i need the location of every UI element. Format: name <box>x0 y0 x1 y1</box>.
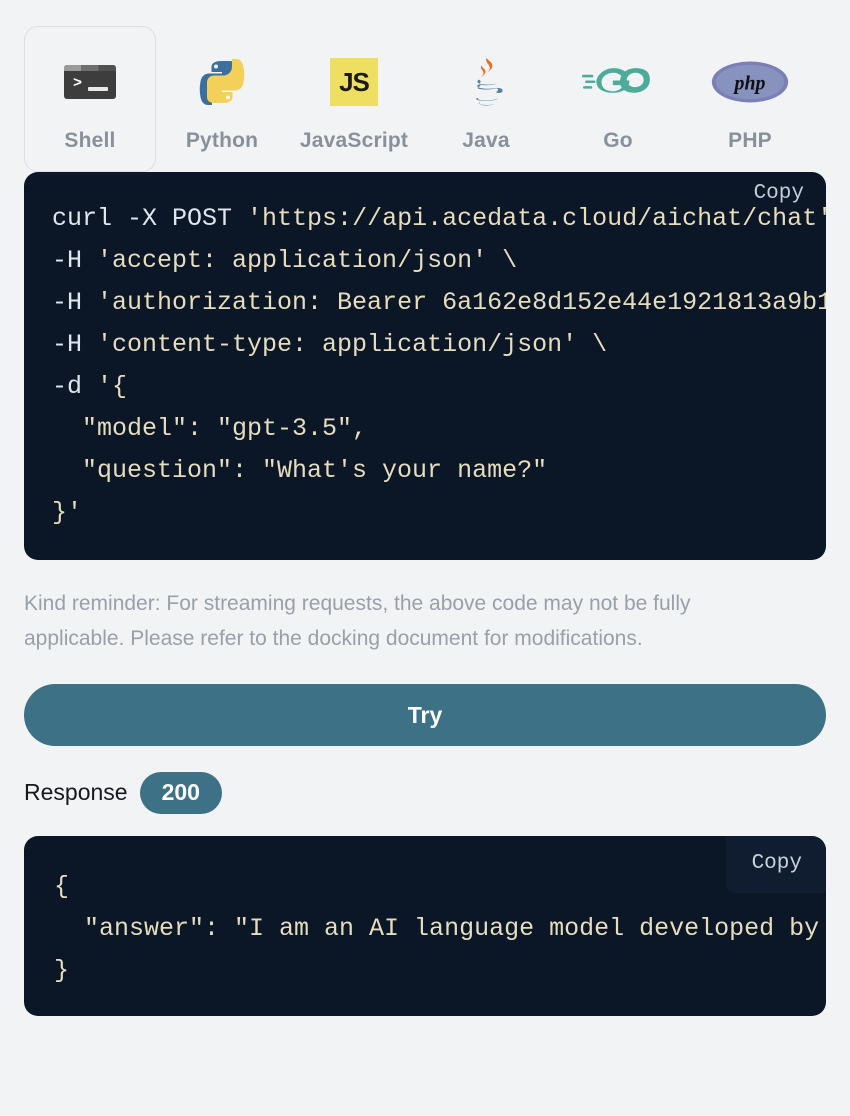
response-code-block: Copy { "answer": "I am an AI language mo… <box>24 835 826 1016</box>
tab-label-javascript: JavaScript <box>299 129 409 152</box>
shell-terminal-icon: > <box>64 49 116 115</box>
tab-go[interactable]: Go <box>552 26 684 172</box>
copy-request-button[interactable]: Copy <box>732 172 826 217</box>
javascript-logo-icon: JS <box>330 49 378 115</box>
tab-shell[interactable]: > Shell <box>24 26 156 172</box>
response-code-text: { "answer": "I am an AI language model d… <box>54 871 820 985</box>
tab-label-java: Java <box>462 129 510 152</box>
copy-response-button[interactable]: Copy <box>725 835 826 893</box>
tab-label-go: Go <box>603 129 633 152</box>
tab-label-php: PHP <box>728 129 772 152</box>
response-label: Response <box>24 779 128 806</box>
python-logo-icon <box>197 49 247 115</box>
request-code-block: Copy curl -X POST 'https://api.acedata.c… <box>24 172 826 560</box>
go-logo-icon <box>582 49 654 115</box>
php-logo-icon: php <box>711 49 789 115</box>
status-badge: 200 <box>139 772 222 814</box>
request-code-text: curl -X POST 'https://api.acedata.cloud/… <box>52 204 826 527</box>
language-tab-bar: > Shell Python JS JavaScript Java Go php… <box>0 0 850 172</box>
response-header: Response 200 <box>24 772 826 814</box>
tab-label-shell: Shell <box>64 129 116 152</box>
tab-php[interactable]: php PHP <box>684 26 816 172</box>
tab-javascript[interactable]: JS JavaScript <box>288 26 420 172</box>
svg-text:php: php <box>733 73 766 95</box>
tab-python[interactable]: Python <box>156 26 288 172</box>
streaming-reminder-text: Kind reminder: For streaming requests, t… <box>24 592 691 650</box>
try-button[interactable]: Try <box>24 684 826 746</box>
tab-label-python: Python <box>185 129 259 152</box>
java-logo-icon <box>462 49 510 115</box>
tab-java[interactable]: Java <box>420 26 552 172</box>
api-playground-panel: > Shell Python JS JavaScript Java Go php… <box>0 0 850 1116</box>
